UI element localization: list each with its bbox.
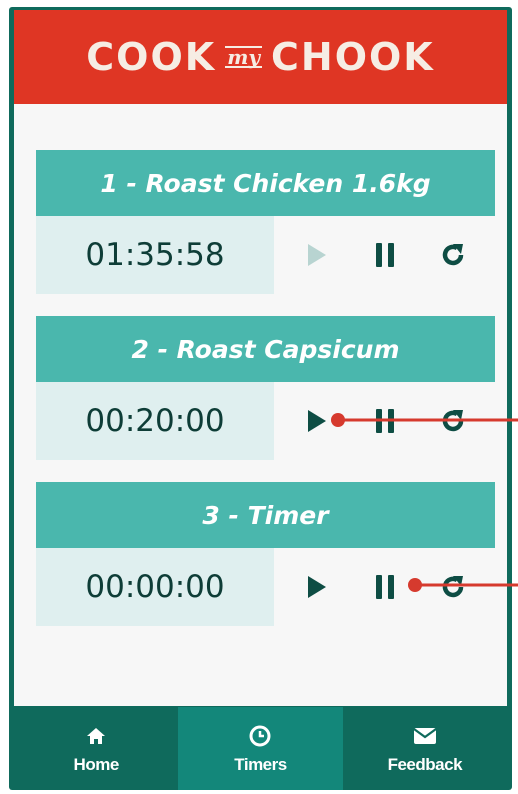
annotation-pointer-play <box>331 413 518 427</box>
annotation-pointer-pause <box>408 578 518 592</box>
annotation-overlay <box>331 413 518 592</box>
